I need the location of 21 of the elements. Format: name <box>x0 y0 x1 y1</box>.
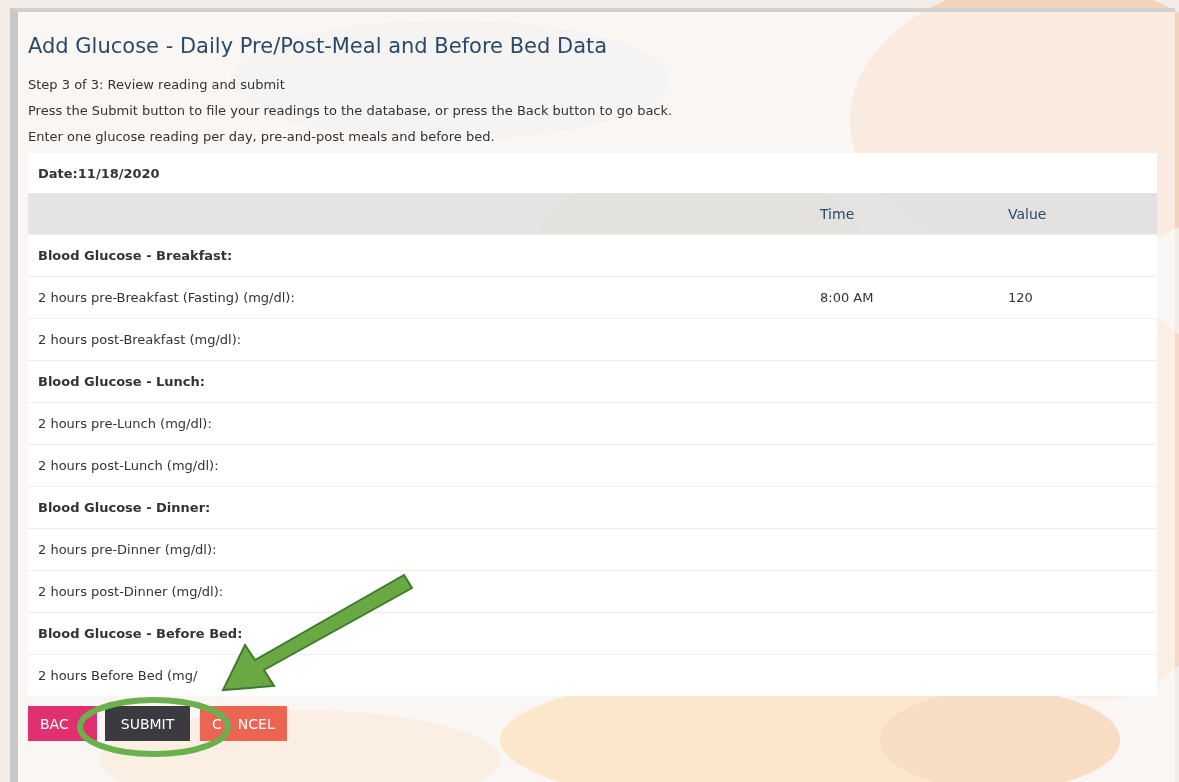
column-header: Value <box>1008 205 1047 222</box>
reading-label: 2 hours pre-Dinner (mg/dl): <box>38 542 217 557</box>
submit-button[interactable]: SUBMIT <box>105 706 190 741</box>
reading-label: 2 hours pre-Lunch (mg/dl): <box>38 416 212 431</box>
instruction-text: Press the Submit button to file your readings to the database, or press the Back button to go back. <box>28 102 674 119</box>
reading-label: 2 hours post-Dinner (mg/dl): <box>38 584 224 599</box>
reading-label: 2 hours post-Breakfast (mg/dl): <box>38 332 242 347</box>
group-heading: Blood Glucose - Dinner: <box>38 500 211 515</box>
reading-label: 2 hours Before Bed (mg/ <box>38 668 198 683</box>
instruction-text: Enter one glucose reading per day, pre-and-post meals and before bed. <box>28 128 496 145</box>
column-header: Time <box>820 205 855 222</box>
time-cell: 8:00 AM <box>820 290 874 305</box>
step-label: Step 3 of 3: Review reading and submit <box>28 76 286 93</box>
value-cell: 120 <box>1008 290 1033 305</box>
page-title: Add Glucose - Daily Pre/Post-Meal and Before Bed Data <box>28 34 609 58</box>
group-heading: Blood Glucose - Breakfast: <box>38 248 233 263</box>
group-heading: Blood Glucose - Lunch: <box>38 374 206 389</box>
date-label: Date:11/18/2020 <box>38 165 160 181</box>
reading-label: 2 hours pre-Breakfast (Fasting) (mg/dl): <box>38 290 295 305</box>
reading-label: 2 hours post-Lunch (mg/dl): <box>38 458 219 473</box>
group-heading: Blood Glucose - Before Bed: <box>38 626 243 641</box>
